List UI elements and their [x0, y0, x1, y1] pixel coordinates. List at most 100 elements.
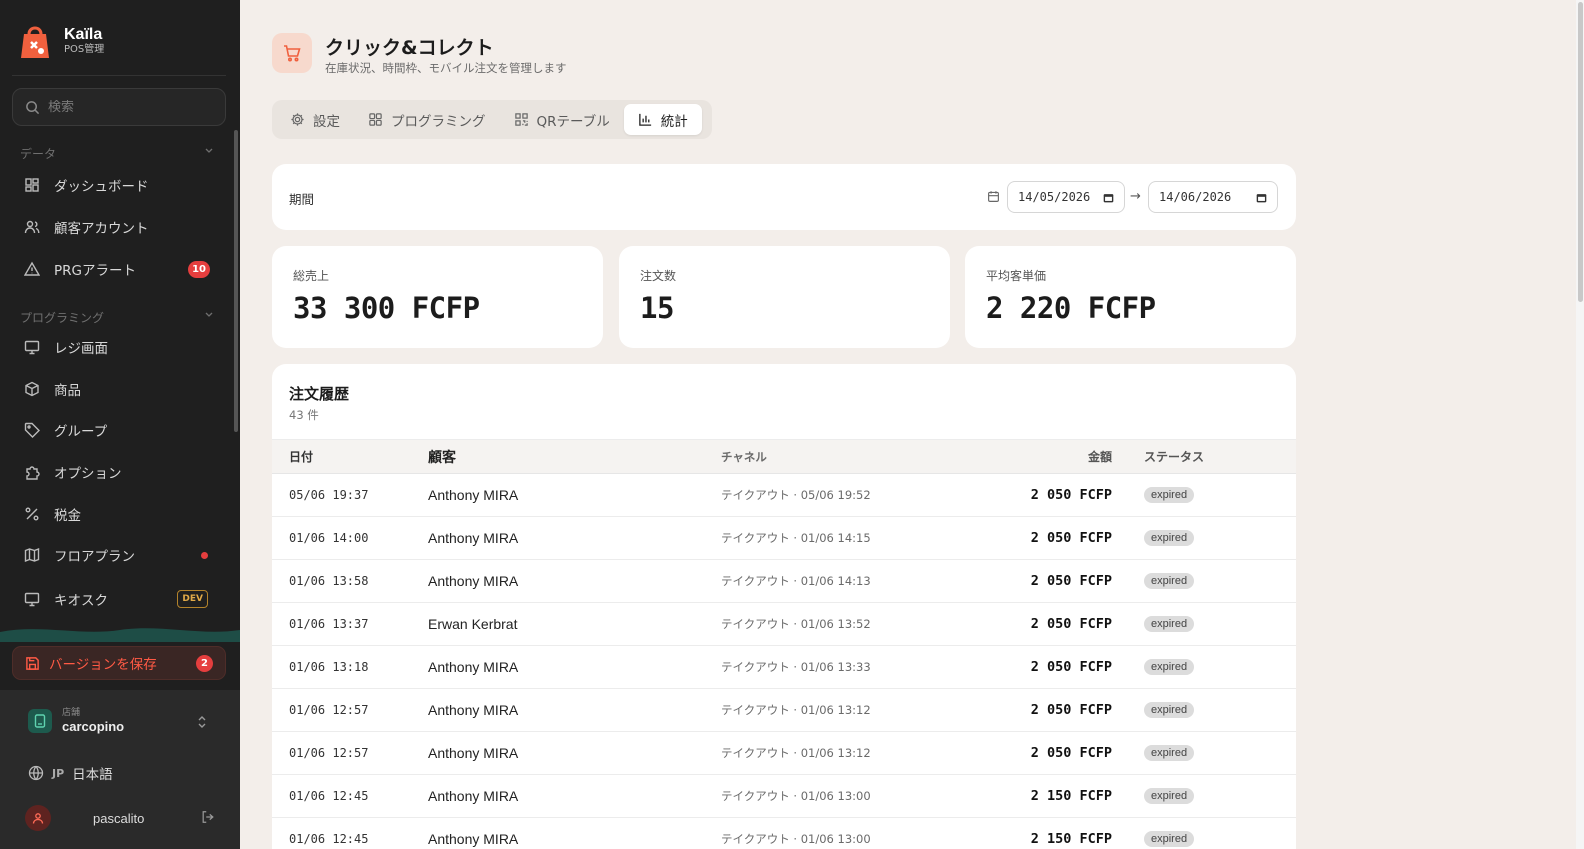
- table-header-row: 日付 顧客 チャネル 金額 ステータス: [272, 439, 1296, 474]
- order-date: 01/06 12:57: [289, 703, 369, 717]
- wave-decoration: [0, 628, 240, 642]
- sidebar-item-dashboard[interactable]: ダッシュボード: [12, 167, 226, 203]
- kpi-card-average: 平均客単価 2 220 FCFP: [965, 246, 1296, 348]
- date-to-value: 14/06/2026: [1159, 190, 1232, 204]
- bar-chart-icon: [638, 113, 651, 126]
- table-row[interactable]: 01/06 12:45 Anthony MIRA テイクアウト · 01/06 …: [272, 775, 1296, 818]
- sidebar: Kaïla POS管理 データ ダッシュボード 顧客アカウント PRGアラート …: [0, 0, 240, 849]
- logout-icon[interactable]: [201, 810, 215, 824]
- order-amount: 2 050 FCFP: [1030, 659, 1112, 675]
- language-label: 日本語: [72, 767, 113, 783]
- order-channel: テイクアウト · 01/06 14:13: [721, 574, 871, 588]
- order-amount: 2 050 FCFP: [1030, 616, 1112, 632]
- store-selector[interactable]: 店舗 carcopino: [28, 708, 124, 734]
- order-channel: テイクアウト · 01/06 14:15: [721, 531, 871, 545]
- globe-icon: [28, 765, 44, 781]
- period-card: 期間 14/05/2026 → 14/06/2026: [272, 164, 1296, 230]
- calendar-icon: [1256, 193, 1267, 202]
- table-row[interactable]: 01/06 13:37 Erwan Kerbrat テイクアウト · 01/06…: [272, 603, 1296, 646]
- tab-settings[interactable]: 設定: [276, 104, 354, 135]
- sidebar-item-prg-alerts[interactable]: PRGアラート 10: [12, 251, 226, 287]
- kpi-card-orders: 注文数 15: [619, 246, 950, 348]
- brand-name: Kaïla: [64, 26, 103, 43]
- column-header-customer[interactable]: 顧客: [428, 440, 721, 474]
- table-row[interactable]: 01/06 12:57 Anthony MIRA テイクアウト · 01/06 …: [272, 732, 1296, 775]
- orders-title: 注文履歴: [289, 385, 350, 403]
- save-version-button[interactable]: バージョンを保存 2: [12, 646, 226, 680]
- sidebar-item-customers[interactable]: 顧客アカウント: [12, 209, 226, 245]
- column-header-date[interactable]: 日付: [272, 440, 428, 474]
- search-icon: [26, 100, 40, 114]
- order-channel: テイクアウト · 05/06 19:52: [721, 488, 871, 502]
- logo-icon: [21, 26, 49, 58]
- sidebar-item-label: グループ: [54, 424, 108, 440]
- kpi-label: 注文数: [640, 269, 677, 283]
- chevron-updown-icon[interactable]: [196, 714, 208, 730]
- user-profile[interactable]: pascalito: [25, 805, 215, 831]
- column-header-amount[interactable]: 金額: [968, 440, 1112, 474]
- sidebar-item-register[interactable]: レジ画面: [12, 329, 226, 365]
- orders-count: 43 件: [289, 408, 319, 422]
- save-version-label: バージョンを保存: [49, 657, 157, 673]
- dashboard-icon: [25, 178, 39, 192]
- sidebar-item-groups[interactable]: グループ: [12, 412, 226, 448]
- box-icon: [25, 381, 39, 397]
- table-row[interactable]: 01/06 14:00 Anthony MIRA テイクアウト · 01/06 …: [272, 517, 1296, 560]
- kpi-value: 33 300 FCFP: [293, 291, 480, 325]
- search-input[interactable]: [48, 99, 208, 115]
- column-header-status[interactable]: ステータス: [1112, 440, 1296, 474]
- order-amount: 2 050 FCFP: [1030, 745, 1112, 761]
- table-row[interactable]: 01/06 12:57 Anthony MIRA テイクアウト · 01/06 …: [272, 689, 1296, 732]
- qr-icon: [514, 113, 528, 126]
- chevron-down-icon: [205, 312, 213, 317]
- language-code: JP: [52, 766, 65, 780]
- user-icon: [32, 813, 44, 824]
- map-icon: [24, 547, 40, 563]
- section-header-programming[interactable]: プログラミング: [20, 309, 214, 326]
- section-header-data[interactable]: データ: [20, 145, 214, 162]
- page-scrollbar[interactable]: [1578, 2, 1583, 302]
- tab-bar: 設定 プログラミング QRテーブル 統計: [272, 100, 712, 139]
- date-to-input[interactable]: 14/06/2026: [1148, 181, 1278, 213]
- tab-statistics[interactable]: 統計: [623, 104, 702, 135]
- column-header-channel[interactable]: チャネル: [721, 440, 968, 474]
- sidebar-item-taxes[interactable]: 税金: [12, 496, 226, 532]
- table-row[interactable]: 01/06 13:18 Anthony MIRA テイクアウト · 01/06 …: [272, 646, 1296, 689]
- sidebar-item-label: キオスク: [54, 593, 108, 609]
- table-row[interactable]: 01/06 12:45 Anthony MIRA テイクアウト · 01/06 …: [272, 818, 1296, 849]
- sidebar-item-floor-plan[interactable]: フロアプラン: [12, 537, 226, 573]
- avatar: [25, 805, 51, 831]
- tab-label: プログラミング: [391, 113, 486, 130]
- status-badge: expired: [1144, 659, 1195, 675]
- brand[interactable]: Kaïla POS管理: [18, 22, 104, 60]
- order-customer: Anthony MIRA: [428, 530, 519, 546]
- table-row[interactable]: 01/06 13:58 Anthony MIRA テイクアウト · 01/06 …: [272, 560, 1296, 603]
- sidebar-item-label: 商品: [54, 383, 81, 399]
- tab-programming[interactable]: プログラミング: [354, 104, 500, 135]
- order-channel: テイクアウト · 01/06 13:00: [721, 789, 871, 803]
- range-arrow: →: [1130, 189, 1141, 204]
- alert-icon: [24, 261, 40, 276]
- users-icon: [24, 220, 40, 234]
- order-date: 01/06 13:18: [289, 660, 369, 674]
- date-from-input[interactable]: 14/05/2026: [1007, 181, 1125, 213]
- section-label: データ: [20, 147, 57, 161]
- language-selector[interactable]: JP 日本語: [28, 763, 113, 783]
- sidebar-item-options[interactable]: オプション: [12, 454, 226, 490]
- order-date: 01/06 13:58: [289, 574, 369, 588]
- tab-qr-tables[interactable]: QRテーブル: [500, 104, 624, 135]
- table-row[interactable]: 05/06 19:37 Anthony MIRA テイクアウト · 05/06 …: [272, 474, 1296, 517]
- sidebar-item-products[interactable]: 商品: [12, 371, 226, 407]
- grid-icon: [369, 113, 382, 126]
- status-badge: expired: [1144, 487, 1195, 503]
- alert-count-badge: 10: [188, 260, 210, 278]
- sidebar-item-kiosk[interactable]: キオスク DEV: [12, 581, 226, 617]
- search-box[interactable]: [12, 88, 226, 126]
- store-icon: [28, 709, 52, 733]
- notification-dot: [201, 551, 208, 559]
- section-label: プログラミング: [20, 311, 105, 325]
- order-channel: テイクアウト · 01/06 13:00: [721, 832, 871, 846]
- order-date: 05/06 19:37: [289, 488, 369, 502]
- sidebar-scrollbar[interactable]: [234, 130, 238, 432]
- order-channel: テイクアウト · 01/06 13:12: [721, 746, 871, 760]
